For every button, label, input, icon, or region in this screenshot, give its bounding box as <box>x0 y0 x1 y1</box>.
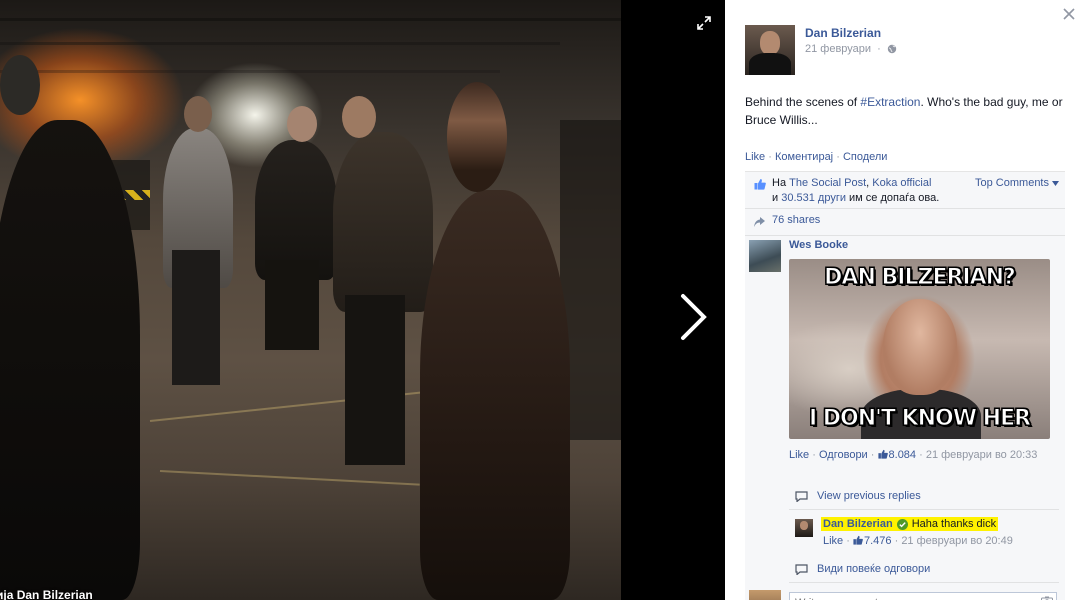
current-user-avatar <box>749 590 781 600</box>
reply-actions: Like · 7.476 · 21 февруари во 20:49 <box>823 535 1013 547</box>
comment-like-count-value: 8.084 <box>888 449 917 461</box>
reply-like-button[interactable]: Like <box>823 535 843 547</box>
view-more-label: Види повеќе одговори <box>817 563 931 575</box>
chevron-down-icon <box>1052 181 1059 186</box>
ceiling-beam <box>0 70 500 73</box>
reply-content: Dan Bilzerian Haha thanks dick <box>821 517 999 531</box>
meme-top-text: DAN BILZERIAN? <box>824 265 1017 291</box>
action-separator: · <box>812 449 819 461</box>
post-date[interactable]: 21 февруари <box>805 43 871 55</box>
verified-badge-icon <box>896 518 908 530</box>
shares-row: 76 shares <box>745 209 1065 236</box>
divider <box>789 509 1059 510</box>
like-button[interactable]: Like <box>745 151 765 163</box>
likes-and: и <box>772 192 782 204</box>
post-meta: 21 февруари · <box>805 43 897 55</box>
post-actions: Like · Коментирај · Сподели <box>745 151 887 163</box>
ceiling-beam <box>0 18 621 21</box>
photo-caption: ија Dan Bilzerian <box>0 588 93 600</box>
person-silhouette <box>255 140 337 280</box>
comment-reply-button[interactable]: Одговори <box>819 449 868 461</box>
divider <box>789 582 1059 583</box>
camera-icon[interactable] <box>1041 596 1053 600</box>
author-avatar[interactable] <box>745 25 795 75</box>
thumbs-up-icon <box>754 179 766 190</box>
action-separator: · <box>836 151 843 163</box>
likes-box: На The Social Post, Koka official и 30.5… <box>745 171 1065 236</box>
reply-icon <box>795 490 808 502</box>
author-name-link[interactable]: Dan Bilzerian <box>805 26 881 40</box>
commenter-avatar[interactable] <box>749 240 781 272</box>
action-separator: · <box>870 449 878 461</box>
share-button[interactable]: Сподели <box>843 151 888 163</box>
view-previous-label: View previous replies <box>817 490 921 502</box>
thumbs-up-icon <box>877 449 888 459</box>
comment: Wes Booke DAN BILZERIAN? I DON'T KNOW HE… <box>745 236 1065 600</box>
person-head <box>0 55 40 115</box>
comment-composer <box>745 588 1065 600</box>
post-text-prefix: Behind the scenes of <box>745 95 861 109</box>
person-silhouette <box>420 190 570 600</box>
shares-link[interactable]: 76 shares <box>772 214 820 226</box>
comment-like-button[interactable]: Like <box>789 449 809 461</box>
comment-input[interactable] <box>789 592 1057 600</box>
person-head <box>184 96 212 132</box>
action-separator: · <box>919 449 926 461</box>
comment-like-count[interactable]: 8.084 <box>877 449 917 461</box>
reply-icon <box>795 563 808 575</box>
comment-button[interactable]: Коментирај <box>775 151 833 163</box>
ceiling-beam <box>0 42 560 45</box>
person-silhouette <box>0 120 140 600</box>
next-arrow-icon[interactable] <box>676 292 710 342</box>
reply-author-avatar[interactable] <box>795 519 813 537</box>
person-head <box>287 106 317 142</box>
person-head <box>447 82 507 192</box>
action-separator: · <box>768 151 775 163</box>
likes-prefix: На <box>772 177 790 189</box>
share-icon <box>754 217 765 227</box>
reply-like-count-value: 7.476 <box>863 535 892 547</box>
liker-link[interactable]: Koka official <box>872 177 931 189</box>
reply-text: Haha thanks dick <box>911 518 997 530</box>
view-more-replies[interactable]: Види повеќе одговори <box>795 563 930 575</box>
meme-head <box>883 299 957 395</box>
expand-icon[interactable] <box>697 16 711 30</box>
comment-meme-image[interactable]: DAN BILZERIAN? I DON'T KNOW HER <box>789 259 1050 439</box>
action-separator: · <box>846 535 853 547</box>
close-icon[interactable] <box>1063 8 1075 20</box>
meme-bottom-text: I DON'T KNOW HER <box>808 406 1031 432</box>
person-legs <box>172 250 220 385</box>
top-comments-label: Top Comments <box>975 177 1049 189</box>
avatar-face <box>800 521 808 530</box>
photo-stage: ија Dan Bilzerian <box>0 0 725 600</box>
person-legs <box>265 260 319 350</box>
person-silhouette <box>333 132 433 312</box>
hashtag-link[interactable]: #Extraction <box>860 95 920 109</box>
reply-timestamp[interactable]: 21 февруари во 20:49 <box>901 535 1013 547</box>
avatar-face <box>760 31 780 55</box>
avatar-body <box>749 53 791 75</box>
reply: Dan Bilzerian Haha thanks dick Like · 7.… <box>795 517 1059 557</box>
commenter-name-link[interactable]: Wes Booke <box>789 239 848 251</box>
post-text: Behind the scenes of #Extraction. Who's … <box>745 93 1065 129</box>
meta-separator: · <box>877 43 881 55</box>
floor-marking <box>159 470 420 486</box>
person-head <box>342 96 376 138</box>
comment-actions: Like · Одговори · 8.084 · 21 февруари во… <box>789 448 1059 463</box>
liker-link[interactable]: The Social Post <box>789 177 866 189</box>
view-previous-replies[interactable]: View previous replies <box>795 490 921 502</box>
post-photo[interactable]: ија Dan Bilzerian <box>0 0 621 600</box>
likes-suffix: им се допаѓа ова. <box>845 192 940 204</box>
comment-timestamp[interactable]: 21 февруари во 20:33 <box>926 449 1038 461</box>
top-comments-dropdown[interactable]: Top Comments <box>975 176 1059 191</box>
reply-like-count[interactable]: 7.476 <box>853 535 892 547</box>
likes-summary: На The Social Post, Koka official и 30.5… <box>745 172 1065 209</box>
globe-icon[interactable] <box>887 44 897 54</box>
post-side-panel: Dan Bilzerian 21 февруари · Behind the s… <box>725 0 1085 600</box>
person-legs <box>345 295 405 465</box>
other-likers-link[interactable]: 30.531 други <box>781 192 846 204</box>
thumbs-up-icon <box>853 535 863 545</box>
reply-author-link[interactable]: Dan Bilzerian <box>823 518 893 530</box>
